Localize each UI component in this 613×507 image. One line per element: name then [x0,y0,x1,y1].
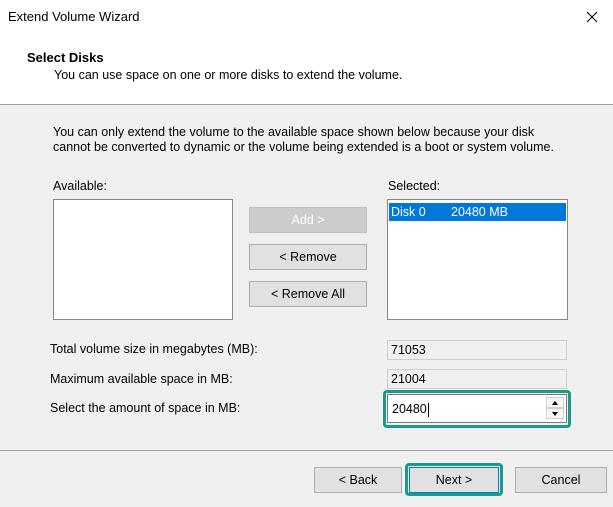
max-space-field: 21004 [387,369,567,389]
available-disks-list[interactable] [53,199,233,320]
selected-disks-list[interactable]: Disk 0 20480 MB [387,199,568,320]
total-size-field: 71053 [387,340,567,360]
total-size-label: Total volume size in megabytes (MB): [50,342,258,356]
remove-button[interactable]: < Remove [249,244,367,270]
arrow-up-icon [552,400,558,405]
add-button[interactable]: Add > [249,207,367,233]
space-amount-stepper[interactable]: 20480 [387,394,567,423]
close-button[interactable] [575,4,609,30]
list-item[interactable]: Disk 0 20480 MB [389,203,566,221]
available-label: Available: [53,179,107,193]
cancel-button[interactable]: Cancel [515,467,607,493]
next-button[interactable]: Next > [409,467,499,493]
description-text: You can only extend the volume to the av… [53,125,554,154]
space-amount-value: 20480 [392,402,427,416]
disk-size: 20480 MB [451,205,508,219]
spin-up-button[interactable] [546,397,564,408]
arrow-down-icon [552,411,558,416]
space-amount-input[interactable]: 20480 [392,402,429,417]
spin-down-button[interactable] [546,408,564,419]
close-icon [586,11,598,23]
selected-label: Selected: [388,179,441,193]
window-title: Extend Volume Wizard [8,9,140,24]
back-button[interactable]: < Back [314,467,402,493]
max-space-label: Maximum available space in MB: [50,372,233,386]
disk-name: Disk 0 [391,205,426,219]
text-caret [427,402,429,417]
page-title: Select Disks [27,50,104,65]
max-space-value: 21004 [391,372,426,386]
amount-label: Select the amount of space in MB: [50,401,241,415]
total-size-value: 71053 [391,343,426,357]
remove-all-button[interactable]: < Remove All [249,281,367,307]
page-subtitle: You can use space on one or more disks t… [54,68,403,82]
